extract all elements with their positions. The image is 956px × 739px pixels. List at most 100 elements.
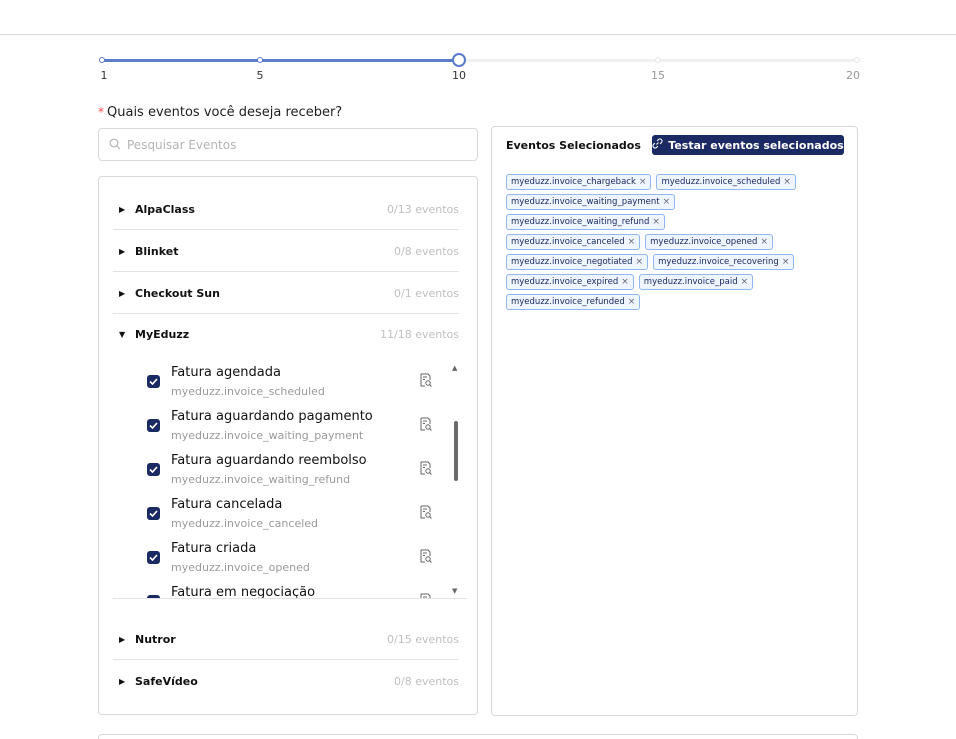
group-count: 11/18 eventos bbox=[380, 328, 459, 341]
close-icon[interactable]: × bbox=[628, 237, 636, 247]
event-title: Fatura agendada bbox=[171, 365, 281, 380]
close-icon[interactable]: × bbox=[783, 177, 791, 187]
group-count: 0/15 eventos bbox=[387, 632, 459, 646]
group-name: MyEduzz bbox=[135, 328, 190, 341]
event-item[interactable]: Fatura agendada myeduzz.invoice_schedule… bbox=[113, 363, 467, 407]
tag-label: myeduzz.invoice_scheduled bbox=[661, 177, 781, 187]
event-title: Fatura aguardando pagamento bbox=[171, 409, 373, 424]
group-row-blinket[interactable]: ▶ Blinket 0/8 eventos bbox=[113, 231, 459, 272]
slider-mark-dot bbox=[257, 57, 263, 63]
slider-mark-label[interactable]: 15 bbox=[651, 69, 665, 82]
selected-events-panel: Eventos Selecionados Testar eventos sele… bbox=[491, 126, 858, 716]
close-icon[interactable]: × bbox=[760, 237, 768, 247]
myeduzz-event-list[interactable]: Fatura agendada myeduzz.invoice_schedule… bbox=[113, 359, 467, 599]
tag-label: myeduzz.invoice_opened bbox=[650, 237, 758, 247]
caret-right-icon[interactable]: ▶ bbox=[119, 289, 133, 298]
events-per-batch-slider[interactable]: 1 5 10 15 20 bbox=[99, 52, 860, 92]
document-search-icon[interactable] bbox=[419, 417, 433, 432]
link-icon bbox=[652, 138, 663, 152]
event-code: myeduzz.invoice_canceled bbox=[171, 517, 319, 530]
close-icon[interactable]: × bbox=[621, 277, 629, 287]
checkbox-checked-icon[interactable] bbox=[147, 595, 160, 598]
group-name: Blinket bbox=[135, 244, 179, 258]
selected-event-tag: myeduzz.invoice_waiting_payment × bbox=[506, 194, 676, 210]
checkbox-checked-icon[interactable] bbox=[147, 507, 160, 520]
tag-label: myeduzz.invoice_expired bbox=[511, 277, 619, 287]
group-row-nutror[interactable]: ▶ Nutror 0/15 eventos bbox=[113, 619, 459, 660]
search-input[interactable] bbox=[127, 137, 457, 152]
slider-track bbox=[102, 59, 459, 62]
selected-event-tag: myeduzz.invoice_refunded × bbox=[506, 294, 641, 310]
top-bar bbox=[0, 0, 956, 35]
caret-right-icon[interactable]: ▶ bbox=[119, 205, 133, 214]
group-count: 0/8 eventos bbox=[394, 244, 459, 258]
caret-down-icon[interactable]: ▼ bbox=[119, 330, 133, 339]
tag-row: myeduzz.invoice_expired × myeduzz.invoice_… bbox=[506, 274, 851, 290]
event-title: Fatura aguardando reembolso bbox=[171, 453, 367, 468]
group-row-myeduzz[interactable]: ▼ MyEduzz 11/18 eventos bbox=[113, 314, 459, 355]
slider-mark-label[interactable]: 1 bbox=[101, 69, 108, 82]
tag-label: myeduzz.invoice_negotiated bbox=[511, 257, 633, 267]
tag-label: myeduzz.invoice_canceled bbox=[511, 237, 625, 247]
close-icon[interactable]: × bbox=[741, 277, 749, 287]
selected-event-tag: myeduzz.invoice_waiting_refund × bbox=[506, 214, 665, 230]
slider-handle[interactable] bbox=[452, 53, 466, 67]
document-search-icon[interactable] bbox=[419, 593, 433, 598]
group-row-alpaclass[interactable]: ▶ AlpaClass 0/13 eventos bbox=[113, 189, 459, 230]
event-item[interactable]: Fatura criada myeduzz.invoice_opened bbox=[113, 539, 467, 583]
caret-right-icon[interactable]: ▶ bbox=[119, 635, 133, 644]
selected-event-tag: myeduzz.invoice_chargeback × bbox=[506, 174, 652, 190]
close-icon[interactable]: × bbox=[663, 197, 671, 207]
selected-events-title: Eventos Selecionados bbox=[506, 139, 641, 152]
checkbox-checked-icon[interactable] bbox=[147, 463, 160, 476]
required-mark: * bbox=[98, 105, 104, 119]
event-item[interactable]: Fatura cancelada myeduzz.invoice_cancele… bbox=[113, 495, 467, 539]
event-title: Fatura cancelada bbox=[171, 497, 283, 512]
slider-mark-dot bbox=[99, 57, 105, 63]
test-selected-events-button[interactable]: Testar eventos selecionados bbox=[652, 135, 844, 155]
document-search-icon[interactable] bbox=[419, 549, 433, 564]
close-icon[interactable]: × bbox=[639, 177, 647, 187]
tag-row: myeduzz.invoice_negotiated × myeduzz.invoi… bbox=[506, 254, 851, 270]
close-icon[interactable]: × bbox=[628, 297, 636, 307]
document-search-icon[interactable] bbox=[419, 461, 433, 476]
selected-event-tag: myeduzz.invoice_expired × bbox=[506, 274, 634, 290]
selected-event-tag: myeduzz.invoice_paid × bbox=[638, 274, 754, 290]
checkbox-checked-icon[interactable] bbox=[147, 419, 160, 432]
event-code: myeduzz.invoice_waiting_refund bbox=[171, 473, 351, 486]
slider-mark-label[interactable]: 10 bbox=[452, 69, 466, 82]
selected-event-tag: myeduzz.invoice_scheduled × bbox=[656, 174, 796, 190]
checkbox-checked-icon[interactable] bbox=[147, 551, 160, 564]
event-item[interactable]: Fatura aguardando reembolso myeduzz.invo… bbox=[113, 451, 467, 495]
close-icon[interactable]: × bbox=[782, 257, 790, 267]
slider-mark-label[interactable]: 5 bbox=[257, 69, 264, 82]
scroll-down-arrow-icon[interactable]: ▼ bbox=[452, 587, 457, 595]
group-count: 0/8 eventos bbox=[394, 675, 459, 688]
caret-right-icon[interactable]: ▶ bbox=[119, 677, 133, 686]
slider-mark-dot bbox=[655, 57, 661, 63]
caret-right-icon[interactable]: ▶ bbox=[119, 247, 133, 256]
close-icon[interactable]: × bbox=[652, 217, 660, 227]
tag-row: myeduzz.invoice_refunded × bbox=[506, 294, 851, 310]
tag-label: myeduzz.invoice_chargeback bbox=[511, 177, 636, 187]
group-name: AlpaClass bbox=[135, 202, 195, 216]
document-search-icon[interactable] bbox=[419, 505, 433, 520]
scrollbar-thumb[interactable] bbox=[454, 421, 458, 481]
group-row-checkout-sun[interactable]: ▶ Checkout Sun 0/1 eventos bbox=[113, 273, 459, 314]
document-search-icon[interactable] bbox=[419, 373, 433, 388]
group-name: SafeVídeo bbox=[135, 675, 198, 688]
close-icon[interactable]: × bbox=[636, 257, 644, 267]
event-search-box[interactable] bbox=[98, 128, 478, 161]
group-row-safevideo[interactable]: ▶ SafeVídeo 0/8 eventos bbox=[113, 661, 459, 702]
event-item[interactable]: Fatura aguardando pagamento myeduzz.invo… bbox=[113, 407, 467, 451]
scroll-up-arrow-icon[interactable]: ▲ bbox=[452, 364, 457, 372]
checkbox-checked-icon[interactable] bbox=[147, 375, 160, 388]
slider-mark-label[interactable]: 20 bbox=[846, 69, 860, 82]
event-item[interactable]: Fatura em negociação bbox=[113, 583, 467, 599]
tag-label: myeduzz.invoice_waiting_refund bbox=[511, 217, 650, 227]
next-section-card bbox=[98, 734, 858, 739]
event-code: myeduzz.invoice_opened bbox=[171, 561, 310, 574]
selected-event-tag: myeduzz.invoice_recovering × bbox=[653, 254, 795, 270]
event-title: Fatura em negociação bbox=[171, 585, 316, 599]
tag-row: myeduzz.invoice_waiting_payment × bbox=[506, 194, 851, 210]
